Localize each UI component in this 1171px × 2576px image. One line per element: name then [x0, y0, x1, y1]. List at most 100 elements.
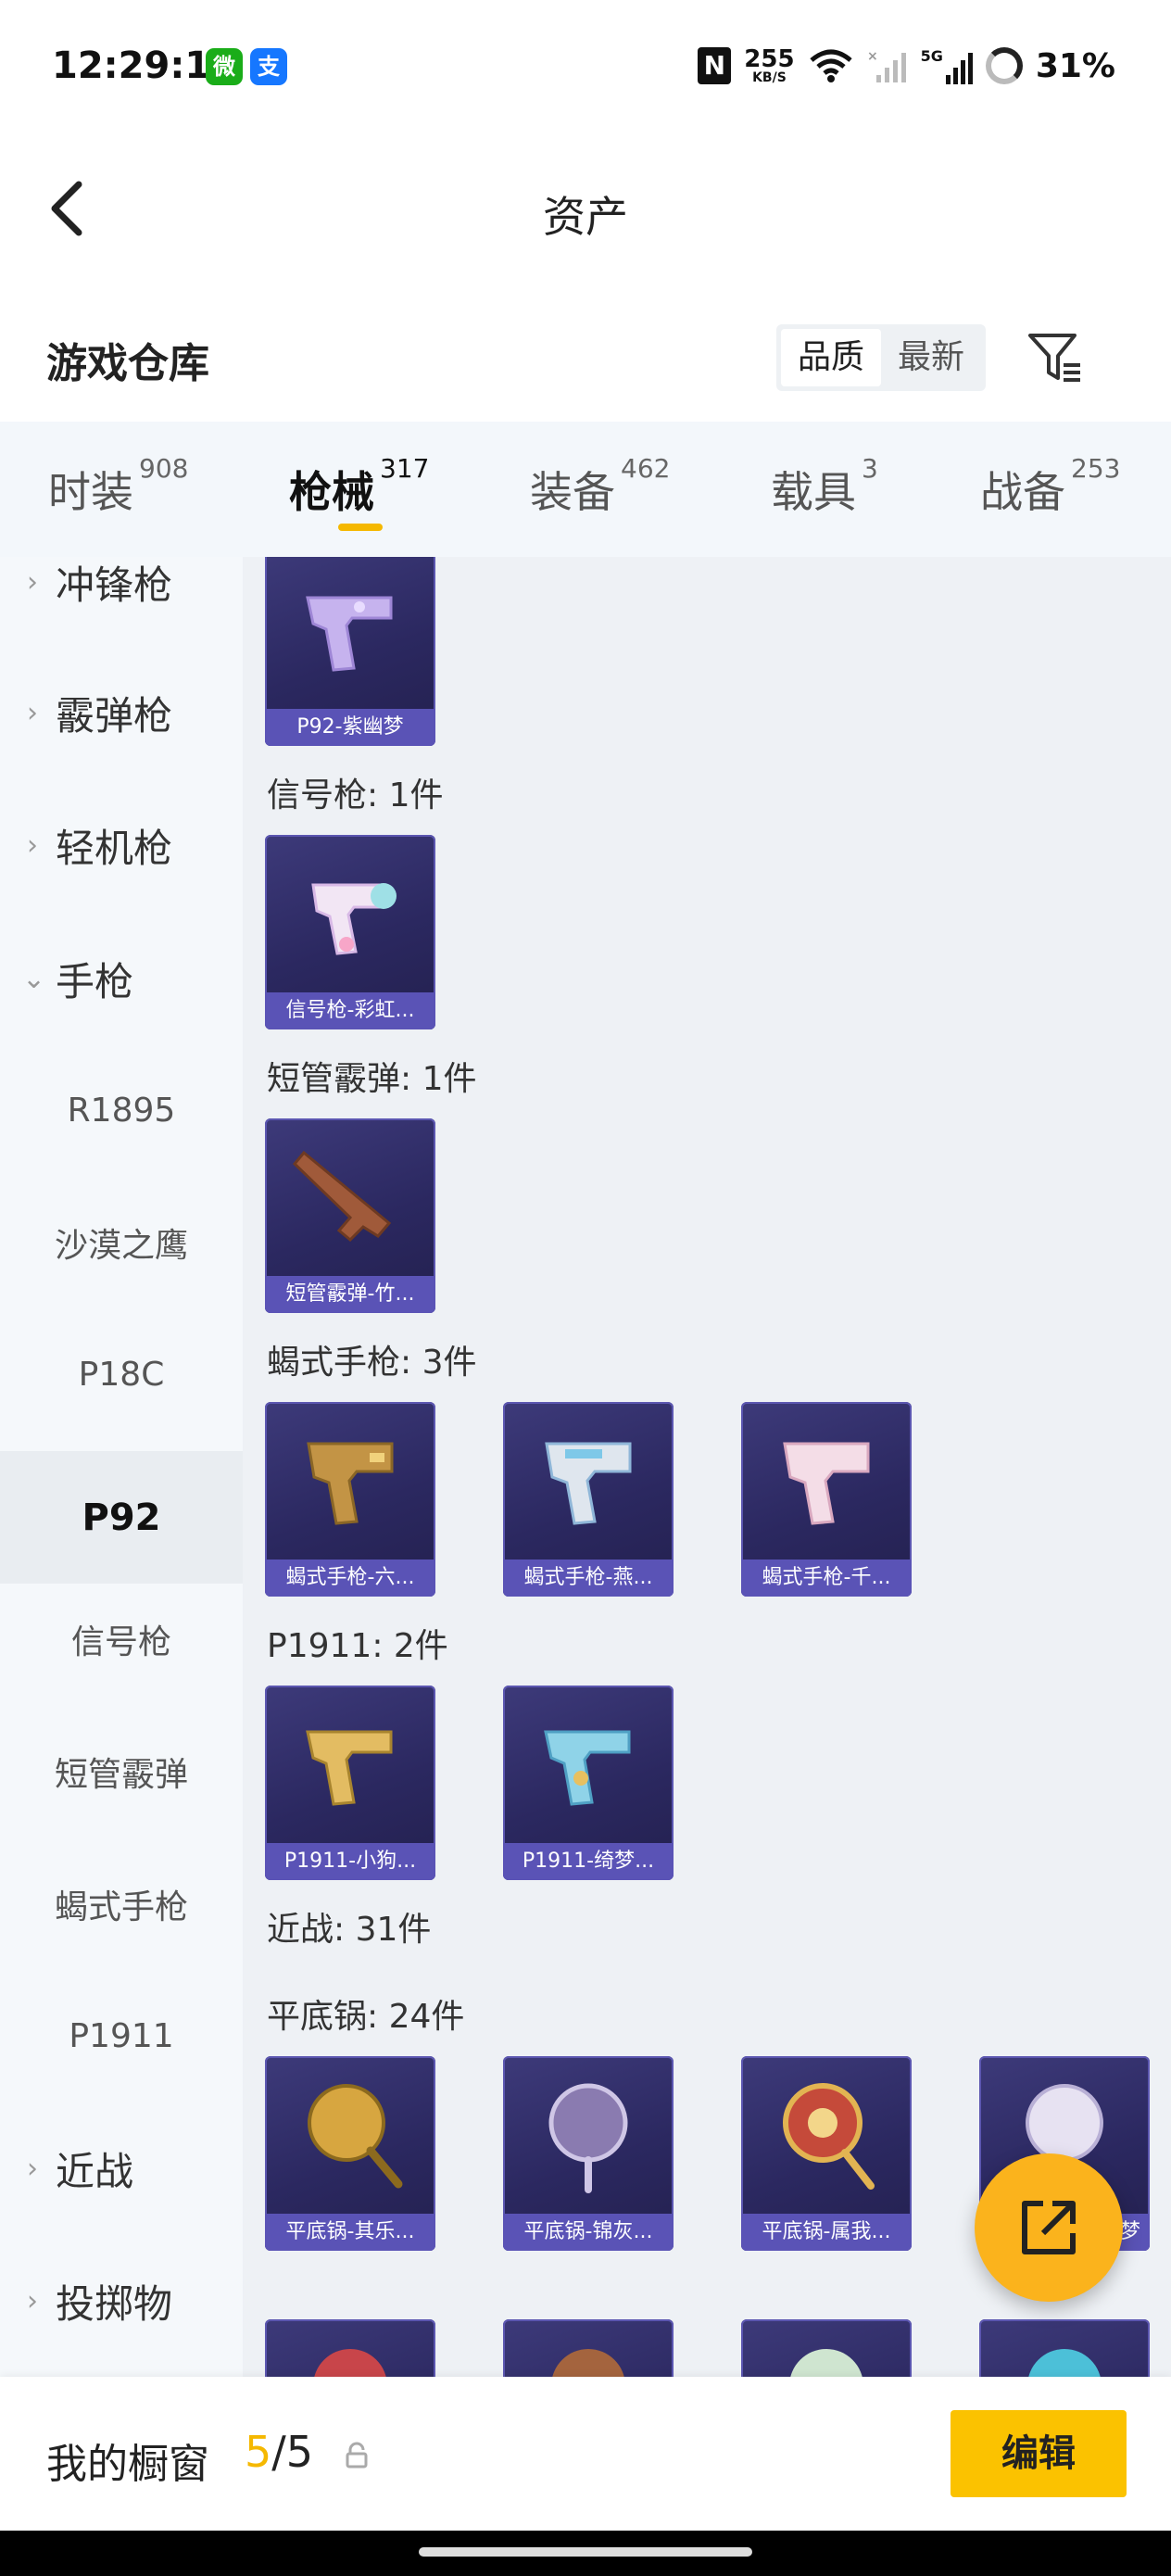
weapon-type-nav: › 冲锋枪 › 霰弹枪 › 轻机枪 ⌄ 手枪 R1895 沙漠之鹰 P18C P92 信… [0, 557, 243, 2377]
alipay-icon: 支 [250, 48, 287, 85]
item-name: P1911-绮梦... [503, 1843, 674, 1880]
p1911-skin-image [265, 1686, 435, 1843]
category-tabs: 时装 908 枪械 317 装备 462 载具 3 战备 253 [0, 422, 1171, 557]
nav-item-sawed-off[interactable]: 短管霰弹 [0, 1705, 243, 1837]
wifi-icon [809, 49, 852, 82]
nav-item-skorpion[interactable]: 蝎式手枪 [0, 1837, 243, 1970]
battery-percent: 31% [1035, 46, 1115, 85]
page-title: 资产 [543, 192, 628, 242]
battery-icon [985, 47, 1023, 84]
nav-group-throwables[interactable]: › 投掷物 [0, 2235, 243, 2368]
share-external-icon [1022, 2201, 1076, 2254]
nav-group-melee[interactable]: › 近战 [0, 2102, 243, 2235]
group-label: 信号枪: 1件 [267, 777, 444, 814]
wechat-icon: 微 [206, 48, 243, 85]
pistol-skin-image [265, 557, 435, 709]
tab-battle-supplies[interactable]: 战备 253 [980, 453, 1120, 520]
nav-item-flare-gun[interactable]: 信号枪 [0, 1572, 243, 1705]
nav-group-lmg[interactable]: › 轻机枪 [0, 779, 243, 912]
nav-label: 近战 [56, 2149, 134, 2194]
tab-label: 枪械 [289, 467, 374, 517]
tab-count: 253 [1071, 453, 1121, 484]
nav-label: 轻机枪 [56, 826, 173, 871]
network-speed: 255 KB/S [744, 47, 794, 84]
nav-label: 冲锋枪 [56, 562, 173, 608]
item-card[interactable] [265, 2319, 435, 2377]
app-header: 资产 [0, 139, 1171, 278]
pan-skin-image [503, 2319, 674, 2377]
item-card[interactable]: P1911-绮梦... [503, 1686, 674, 1880]
item-card[interactable]: 平底锅-锦灰... [503, 2056, 674, 2251]
item-card[interactable]: 蝎式手枪-燕... [503, 1402, 674, 1597]
item-card[interactable]: 蝎式手枪-六... [265, 1402, 435, 1597]
item-card[interactable] [979, 2319, 1150, 2377]
sort-option-newest[interactable]: 最新 [881, 329, 981, 386]
pan-skin-image [503, 2056, 674, 2214]
network-speed-unit: KB/S [752, 70, 787, 85]
network-speed-value: 255 [744, 45, 795, 73]
item-name: 信号枪-彩虹... [265, 992, 435, 1029]
nav-group-smg[interactable]: › 冲锋枪 [0, 557, 243, 649]
chevron-right-icon: › [27, 697, 38, 729]
tab-equipment[interactable]: 装备 462 [530, 453, 670, 520]
tab-count: 462 [621, 453, 671, 484]
item-name: 蝎式手枪-千... [741, 1559, 912, 1597]
item-card[interactable]: 短管霰弹-竹... [265, 1118, 435, 1313]
nav-item-p92[interactable]: P92 [0, 1451, 243, 1584]
pan-skin-image [741, 2056, 912, 2214]
home-indicator[interactable] [419, 2547, 752, 2557]
chevron-right-icon: › [27, 2153, 38, 2185]
item-card[interactable]: 平底锅-其乐... [265, 2056, 435, 2251]
showcase-bar: 我的橱窗 5/5 编辑 [0, 2377, 1171, 2531]
item-name: P1911-小狗... [265, 1843, 435, 1880]
skorpion-skin-image [265, 1402, 435, 1559]
item-card[interactable]: 蝎式手枪-千... [741, 1402, 912, 1597]
tab-firearms[interactable]: 枪械 317 [289, 453, 429, 520]
group-label: 近战: 31件 [267, 1911, 432, 1949]
group-label: 平底锅: 24件 [267, 1998, 465, 2036]
nav-group-shotgun[interactable]: › 霰弹枪 [0, 647, 243, 779]
status-bar: 12:29:16 微 支 N 255 KB/S × 5G 31% [0, 0, 1171, 139]
tab-count: 317 [380, 453, 430, 484]
nav-label: 投掷物 [56, 2281, 173, 2327]
flare-gun-skin-image [265, 835, 435, 992]
item-name: 短管霰弹-竹... [265, 1276, 435, 1313]
nav-label: 手枪 [56, 959, 134, 1004]
group-label: 蝎式手枪: 3件 [267, 1344, 477, 1382]
showcase-label: 我的橱窗 [46, 2441, 209, 2488]
sort-option-quality[interactable]: 品质 [781, 329, 882, 386]
group-label: P1911: 2件 [267, 1627, 448, 1665]
nav-item-desert-eagle[interactable]: 沙漠之鹰 [0, 1176, 243, 1308]
tab-fashion[interactable]: 时装 908 [48, 453, 188, 520]
nav-item-r1895[interactable]: R1895 [0, 1044, 243, 1177]
item-card[interactable] [741, 2319, 912, 2377]
nav-item-p18c[interactable]: P18C [0, 1308, 243, 1441]
chevron-right-icon: › [27, 829, 38, 862]
sort-toggle: 品质 最新 [776, 324, 987, 391]
edit-button[interactable]: 编辑 [951, 2410, 1127, 2497]
showcase-count-current: 5 [245, 2427, 272, 2477]
app-root: 12:29:16 微 支 N 255 KB/S × 5G 31% 资产 游戏仓库… [0, 0, 1171, 2576]
filter-button[interactable] [1019, 322, 1089, 393]
item-card[interactable]: P92-紫幽梦 [265, 557, 435, 746]
item-name: 蝎式手枪-燕... [503, 1559, 674, 1597]
nav-item-p1911[interactable]: P1911 [0, 1970, 243, 2102]
item-card[interactable] [503, 2319, 674, 2377]
tab-label: 战备 [980, 467, 1065, 517]
pan-skin-image [741, 2319, 912, 2377]
item-card[interactable]: P1911-小狗... [265, 1686, 435, 1880]
chevron-right-icon: › [27, 2285, 38, 2317]
showcase-count: 5/5 [245, 2427, 313, 2477]
item-card[interactable]: 信号枪-彩虹... [265, 835, 435, 1029]
item-card[interactable]: 平底锅-属我... [741, 2056, 912, 2251]
pan-skin-image [979, 2319, 1150, 2377]
item-grid: P92-紫幽梦 信号枪: 1件 信号枪-彩虹... 短管霰弹: 1件 短管霰弹- [243, 557, 1171, 2377]
share-fab-button[interactable] [975, 2153, 1123, 2302]
nav-group-pistol[interactable]: ⌄ 手枪 [0, 913, 243, 1045]
p1911-skin-image [503, 1686, 674, 1843]
tab-count: 3 [862, 453, 878, 484]
tab-label: 时装 [48, 467, 133, 517]
nfc-icon: N [698, 47, 732, 84]
tab-vehicles[interactable]: 载具 3 [771, 453, 878, 520]
chevron-down-icon: ⌄ [22, 963, 46, 995]
